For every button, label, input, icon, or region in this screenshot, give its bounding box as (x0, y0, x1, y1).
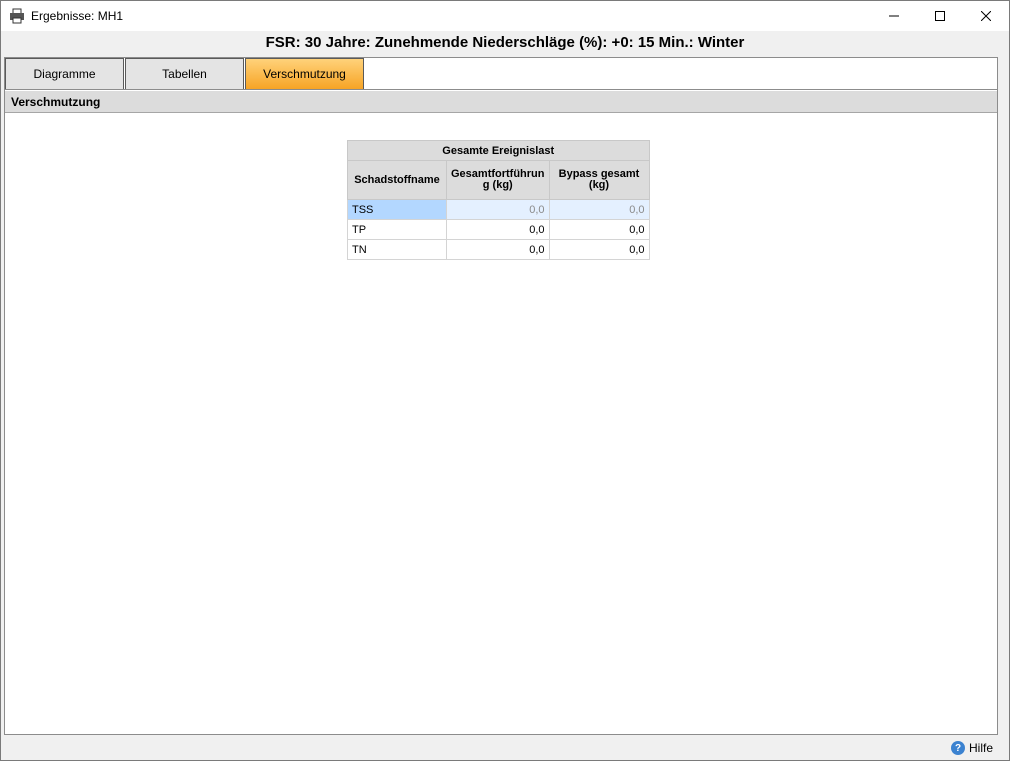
window-title: Ergebnisse: MH1 (31, 9, 124, 23)
table-group-header-row: Gesamte Ereignislast (347, 140, 650, 161)
tab-divider (5, 89, 997, 90)
help-label: Hilfe (969, 741, 994, 755)
cell-name[interactable]: TSS (347, 199, 447, 220)
column-header-name[interactable]: Schadstoffname (347, 160, 447, 200)
tab-tabellen[interactable]: Tabellen (125, 58, 244, 90)
tab-diagramme[interactable]: Diagramme (5, 58, 124, 90)
printer-icon (10, 8, 24, 24)
table-row[interactable]: TSS 0,0 0,0 (347, 199, 650, 220)
cell-bypass[interactable]: 0,0 (548, 239, 650, 260)
title-bar: Ergebnisse: MH1 (1, 1, 1009, 31)
tab-verschmutzung[interactable]: Verschmutzung (245, 58, 364, 90)
section-header: Verschmutzung (5, 91, 997, 113)
close-icon (981, 11, 991, 21)
column-header-total[interactable]: Gesamtfortführun g (kg) (446, 160, 550, 200)
tab-bar: Diagramme Tabellen Verschmutzung (5, 58, 365, 90)
cell-name[interactable]: TP (347, 219, 447, 240)
cell-bypass[interactable]: 0,0 (548, 219, 650, 240)
table-row[interactable]: TP 0,0 0,0 (347, 219, 650, 240)
pollution-table: Gesamte Ereignislast Schadstoffname Gesa… (347, 140, 650, 260)
section-title: Verschmutzung (11, 95, 101, 109)
results-header-title: FSR: 30 Jahre: Zunehmende Niederschläge … (265, 34, 745, 51)
cell-bypass[interactable]: 0,0 (548, 199, 650, 220)
column-header-bypass[interactable]: Bypass gesamt (kg) (548, 160, 650, 200)
minimize-icon (889, 15, 899, 17)
help-button[interactable]: ? Hilfe (951, 741, 993, 755)
table-row[interactable]: TN 0,0 0,0 (347, 239, 650, 260)
close-button[interactable] (963, 1, 1009, 31)
maximize-icon (935, 11, 945, 21)
minimize-button[interactable] (871, 1, 917, 31)
help-icon: ? (951, 741, 965, 755)
table-column-header-row: Schadstoffname Gesamtfortführun g (kg) B… (347, 160, 650, 200)
group-header: Gesamte Ereignislast (347, 140, 650, 161)
maximize-button[interactable] (917, 1, 963, 31)
cell-total[interactable]: 0,0 (446, 239, 550, 260)
cell-name[interactable]: TN (347, 239, 447, 260)
cell-total[interactable]: 0,0 (446, 199, 550, 220)
results-window: Ergebnisse: MH1 FSR: 30 Jahre: Zunehmend… (0, 0, 1010, 761)
cell-total[interactable]: 0,0 (446, 219, 550, 240)
results-panel: Diagramme Tabellen Verschmutzung Verschm… (4, 57, 998, 735)
